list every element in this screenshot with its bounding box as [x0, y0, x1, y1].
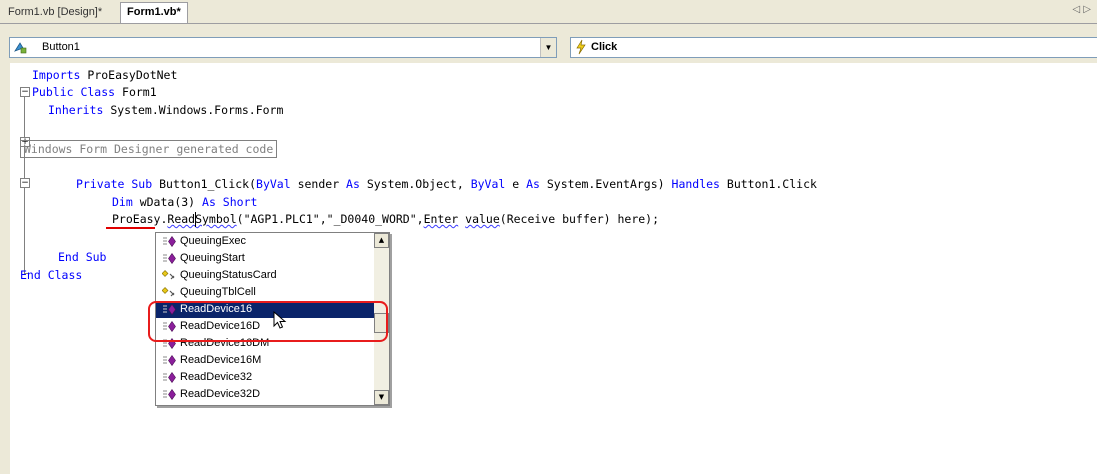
keyword: Handles: [671, 177, 720, 191]
collapsed-region-label[interactable]: Windows Form Designer generated code: [20, 140, 278, 158]
method-icon: [163, 372, 176, 383]
code-line-region[interactable]: Windows Form Designer generated code: [20, 140, 278, 158]
completion-label: QueuingExec: [180, 235, 247, 247]
code-line-end-class: End Class: [20, 267, 82, 283]
keyword: Dim: [112, 195, 133, 209]
code-token: ProEasyDotNet: [80, 68, 178, 82]
code-line-class: Public Class Form1: [32, 84, 157, 100]
completion-label: ReadDevice32: [180, 371, 253, 383]
tab-form-design[interactable]: Form1.vb [Design]*: [2, 3, 108, 22]
code-line-sub: Private Sub Button1_Click(ByVal sender A…: [76, 176, 817, 192]
class-name-value: Button1: [42, 41, 80, 53]
completion-label: QueuingStatusCard: [180, 269, 277, 281]
keyword: As Short: [202, 195, 258, 209]
completion-item[interactable]: QueuingStatusCard: [156, 267, 374, 284]
code-token: sender: [290, 177, 347, 191]
event-lightning-icon: [576, 39, 586, 55]
editor-gutter: [0, 63, 10, 474]
completion-item[interactable]: ReadDevice32D: [156, 386, 374, 403]
annotation-underline: [106, 227, 155, 229]
keyword: As: [346, 177, 360, 191]
outline-line: [24, 188, 25, 256]
code-line-end-sub: End Sub: [58, 249, 106, 265]
completion-label: QueuingTblCell: [180, 286, 256, 298]
code-token: System.EventArgs): [539, 177, 672, 191]
keyword: ByVal: [470, 177, 506, 191]
scroll-up-icon[interactable]: ▲: [374, 233, 389, 248]
keyword: ByVal: [256, 177, 291, 191]
code-line-dim: Dim wData(3) As Short: [112, 194, 257, 210]
completion-item[interactable]: QueuingStart: [156, 250, 374, 267]
keyword: Imports: [32, 68, 81, 82]
keyword: Public Class: [32, 85, 116, 99]
code-token: e: [505, 177, 527, 191]
mouse-pointer-icon: [273, 311, 287, 329]
left-right-arrows-icon[interactable]: ◁ ▷: [1072, 4, 1091, 15]
completion-item[interactable]: ReadDevice16M: [156, 352, 374, 369]
completion-label: QueuingStart: [180, 252, 245, 264]
method-icon: [163, 236, 176, 247]
keyword: End Class: [20, 268, 83, 282]
completion-item[interactable]: QueuingTblCell: [156, 284, 374, 301]
completion-item[interactable]: ReadDevice32: [156, 369, 374, 386]
method-name-value: Click: [591, 41, 618, 53]
keyword: As: [526, 177, 540, 191]
class-name-combo[interactable]: Button1 ▼: [9, 37, 557, 58]
text-caret: [195, 212, 196, 227]
code-token: (Receive buffer) here);: [499, 212, 660, 226]
scroll-down-icon[interactable]: ▼: [374, 390, 389, 405]
keyword: Inherits: [48, 103, 104, 117]
code-token: ProEasy.: [112, 212, 168, 226]
code-token: System.Object,: [359, 177, 471, 191]
keyword: Private Sub: [76, 177, 153, 191]
completion-label: ReadDevice32D: [180, 388, 261, 400]
chevron-down-icon[interactable]: ▼: [540, 38, 556, 57]
code-token: ReadSymbol: [167, 212, 237, 226]
completion-label: ReadDevice16M: [180, 354, 262, 366]
code-line-inherits: Inherits System.Windows.Forms.Form: [48, 102, 283, 118]
collapse-sub-toggle[interactable]: −: [20, 178, 30, 188]
tab-form-code[interactable]: Form1.vb*: [120, 2, 188, 23]
method-icon: [163, 355, 176, 366]
method-icon: [163, 253, 176, 264]
code-token: Form1: [115, 85, 157, 99]
collapse-class-toggle[interactable]: −: [20, 87, 30, 97]
code-token: Button1.Click: [719, 177, 817, 191]
code-token: Button1_Click(: [152, 177, 257, 191]
annotation-highlight-ring: [148, 301, 388, 342]
completion-item[interactable]: QueuingExec: [156, 233, 374, 250]
code-token: value: [465, 212, 500, 226]
method-name-combo[interactable]: Click: [570, 37, 1097, 58]
code-navigation-bar: Button1 ▼ Click: [0, 24, 1097, 63]
method-icon: [163, 389, 176, 400]
code-line-imports: Imports ProEasyDotNet: [32, 67, 177, 83]
code-token: System.Windows.Forms.Form: [103, 103, 284, 117]
code-token: Enter: [423, 212, 459, 226]
control-icon: [14, 42, 27, 54]
code-token: ("AGP1.PLC1","_D0040_WORD",: [236, 212, 424, 226]
property-icon: [162, 287, 175, 297]
property-icon: [162, 270, 175, 280]
document-tab-strip: Form1.vb [Design]* Form1.vb* ◁ ▷: [0, 0, 1097, 24]
code-token: wData(3): [132, 195, 203, 209]
keyword: End Sub: [58, 250, 107, 264]
